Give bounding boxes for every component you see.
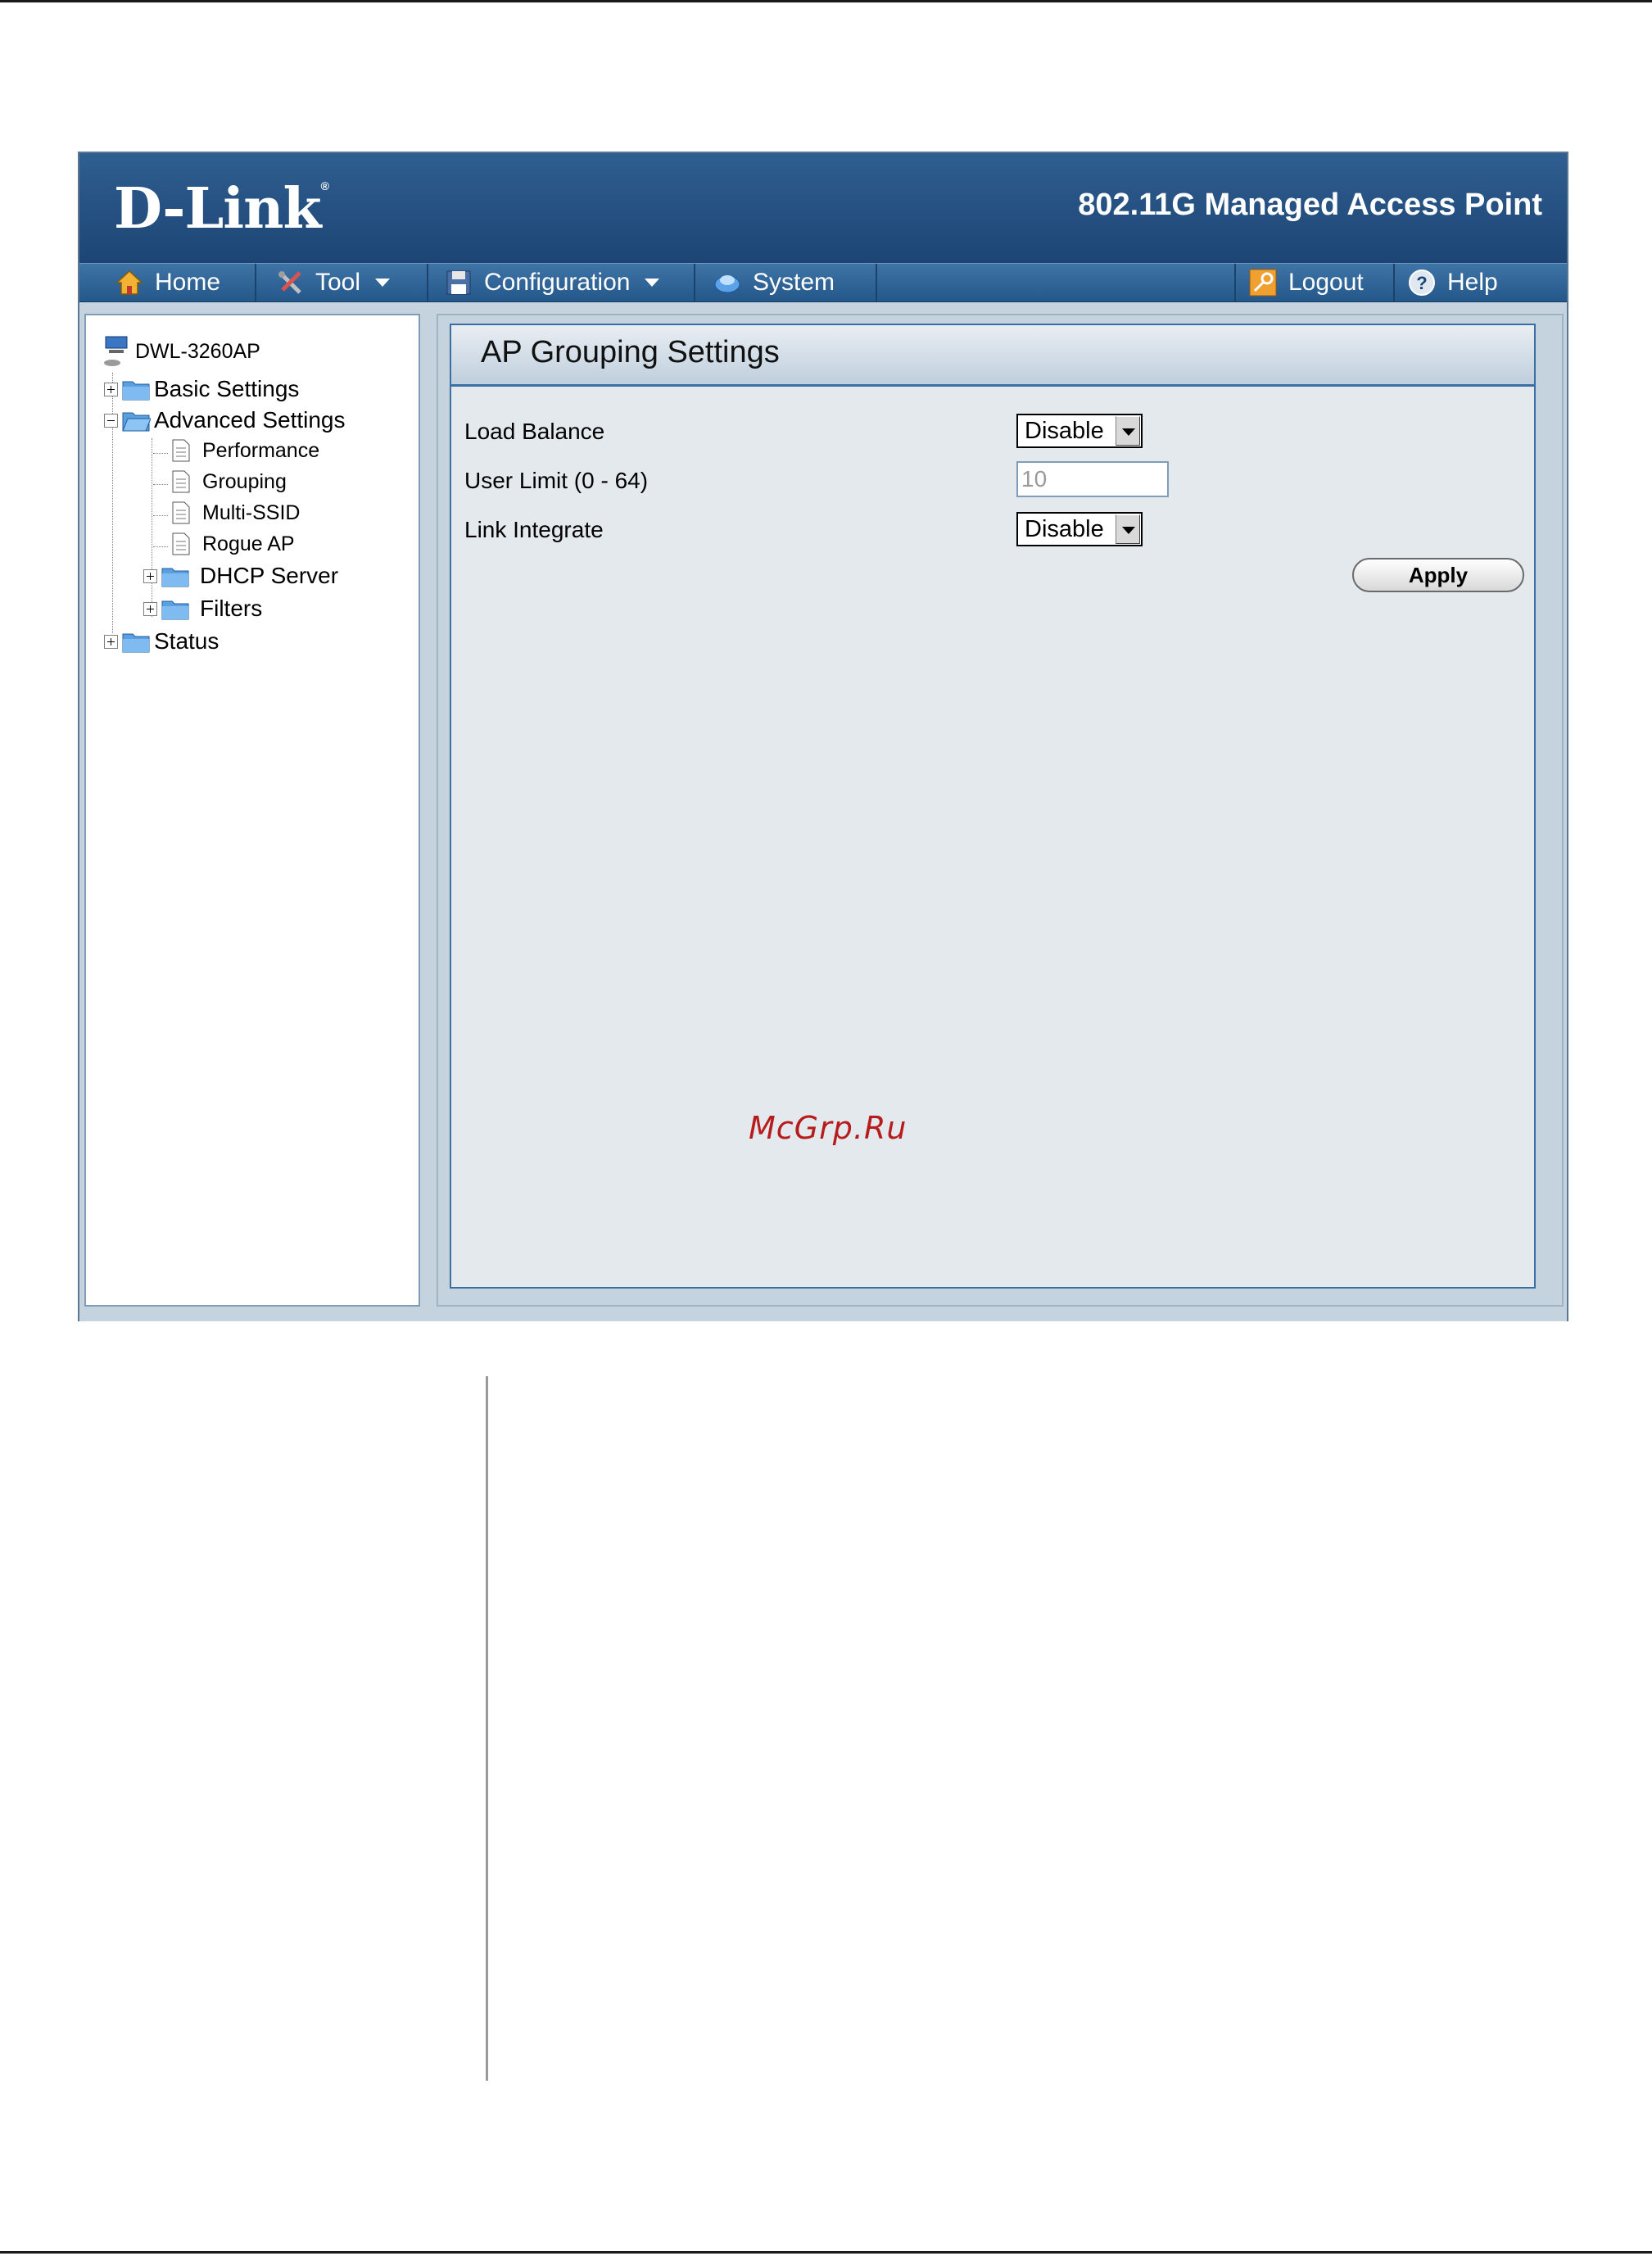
- product-title: 802.11G Managed Access Point: [1078, 188, 1542, 222]
- help-icon: ?: [1408, 269, 1436, 297]
- access-point-icon: [102, 333, 132, 369]
- tree-item-performance[interactable]: Performance: [171, 438, 319, 463]
- tree-line: [153, 546, 168, 547]
- tree-item-multi-ssid[interactable]: Multi-SSID: [171, 501, 300, 525]
- page-title: AP Grouping Settings: [481, 335, 780, 369]
- link-integrate-label: Link Integrate: [464, 517, 604, 542]
- load-balance-select[interactable]: Disable: [1016, 414, 1143, 448]
- header-bar: D-Link® 802.11G Managed Access Point: [79, 153, 1567, 263]
- menu-home-label: Home: [155, 269, 221, 296]
- tree-item-basic-settings[interactable]: Basic Settings: [104, 376, 299, 402]
- folder-icon: [121, 377, 151, 401]
- menu-bar: Home Tool Configuration System Logout ? …: [79, 263, 1567, 302]
- window-bottom-bar: [79, 1307, 1567, 1321]
- menu-home[interactable]: Home: [79, 264, 256, 301]
- key-icon: [1249, 269, 1277, 297]
- tree-item-status-label: Status: [154, 628, 220, 654]
- tree-line: [153, 453, 168, 454]
- home-icon: [115, 269, 143, 297]
- menu-logout[interactable]: Logout: [1234, 264, 1395, 301]
- document-icon: [171, 469, 191, 494]
- link-integrate-value: Disable: [1025, 516, 1104, 542]
- folder-icon: [161, 596, 190, 621]
- watermark: McGrp.Ru: [749, 1110, 907, 1146]
- tree-item-multi-ssid-label: Multi-SSID: [202, 501, 301, 524]
- load-balance-value: Disable: [1025, 418, 1104, 444]
- document-icon: [171, 438, 191, 463]
- tree-item-rogue-ap-label: Rogue AP: [202, 532, 295, 555]
- chevron-down-icon: [375, 279, 391, 287]
- expand-icon[interactable]: [143, 601, 157, 616]
- tree-item-basic-settings-label: Basic Settings: [154, 376, 300, 401]
- tree-item-root[interactable]: DWL-3260AP: [102, 333, 260, 369]
- tree-item-status[interactable]: Status: [104, 628, 219, 655]
- page-top-rule: [0, 0, 1652, 2]
- menu-configuration-label: Configuration: [484, 269, 631, 296]
- page-vertical-rule: [486, 1376, 488, 2081]
- tree-item-advanced-settings[interactable]: Advanced Settings: [104, 407, 346, 433]
- tree-item-grouping-label: Grouping: [202, 469, 287, 493]
- menu-tool[interactable]: Tool: [256, 264, 428, 301]
- tree-item-root-label: DWL-3260AP: [135, 339, 260, 363]
- logo-text: D-Link: [114, 176, 322, 242]
- menu-system-label: System: [753, 269, 835, 296]
- content-frame: AP Grouping Settings Load Balance Disabl…: [437, 314, 1564, 1307]
- tree-item-advanced-settings-label: Advanced Settings: [154, 407, 346, 433]
- expand-icon[interactable]: [143, 569, 157, 583]
- tree-line: [153, 515, 168, 516]
- chevron-down-icon[interactable]: [1116, 416, 1140, 446]
- folder-open-icon: [121, 408, 152, 433]
- svg-text:?: ?: [1416, 273, 1427, 293]
- tree-item-dhcp-server[interactable]: DHCP Server: [143, 563, 338, 589]
- menu-logout-label: Logout: [1288, 269, 1364, 296]
- tree-item-rogue-ap[interactable]: Rogue AP: [171, 532, 295, 556]
- folder-icon: [121, 629, 151, 654]
- menu-tool-label: Tool: [315, 269, 361, 296]
- document-icon: [171, 532, 191, 556]
- menu-configuration[interactable]: Configuration: [428, 264, 695, 301]
- menu-help-label: Help: [1447, 269, 1498, 296]
- logo-registered-mark: ®: [320, 179, 329, 193]
- floppy-disk-icon: [445, 269, 473, 297]
- tree-item-grouping[interactable]: Grouping: [171, 469, 287, 494]
- chevron-down-icon[interactable]: [1116, 514, 1140, 544]
- user-limit-label: User Limit (0 - 64): [464, 468, 649, 493]
- expand-icon[interactable]: [104, 634, 118, 649]
- apply-button[interactable]: Apply: [1352, 558, 1524, 592]
- document-icon: [171, 501, 191, 525]
- menu-help[interactable]: ? Help: [1395, 264, 1509, 301]
- settings-panel: AP Grouping Settings Load Balance Disabl…: [450, 324, 1536, 1289]
- tool-icon: [276, 269, 304, 297]
- system-icon: [713, 269, 741, 297]
- folder-icon: [161, 564, 190, 588]
- load-balance-label: Load Balance: [464, 419, 605, 444]
- panel-title-bar: AP Grouping Settings: [451, 325, 1534, 387]
- tree-item-performance-label: Performance: [202, 438, 320, 462]
- chevron-down-icon: [645, 279, 660, 287]
- navigation-tree: DWL-3260AP Basic Settings Advanced Setti…: [84, 314, 420, 1307]
- tree-item-dhcp-server-label: DHCP Server: [200, 563, 339, 588]
- tree-line: [153, 484, 168, 485]
- page-bottom-rule: [0, 2251, 1652, 2254]
- expand-icon[interactable]: [104, 382, 118, 396]
- tree-item-filters-label: Filters: [200, 596, 263, 621]
- tree-item-filters[interactable]: Filters: [143, 596, 262, 622]
- user-limit-input[interactable]: [1016, 461, 1169, 497]
- link-integrate-select[interactable]: Disable: [1016, 512, 1143, 546]
- dlink-logo: D-Link®: [114, 176, 329, 242]
- collapse-icon[interactable]: [104, 413, 118, 428]
- menu-system[interactable]: System: [695, 264, 877, 301]
